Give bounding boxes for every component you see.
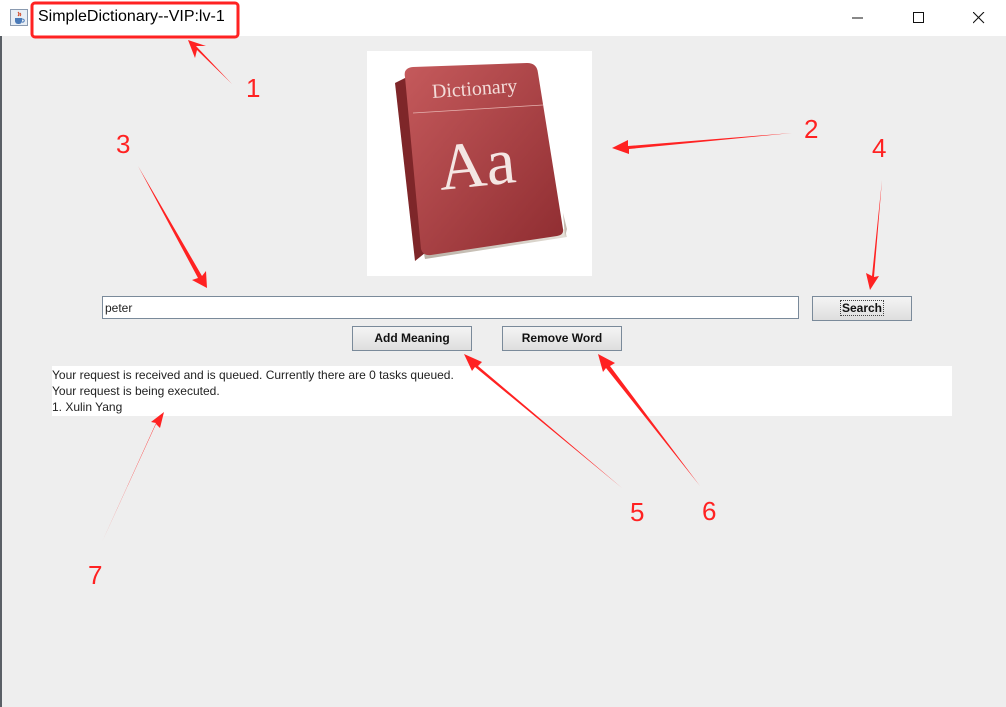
output-line: 1. Xulin Yang (52, 400, 123, 414)
annotation-arrow (188, 40, 232, 84)
close-icon (973, 12, 985, 24)
annotation-arrow (138, 166, 207, 288)
annotation-label: 5 (630, 497, 644, 527)
annotation-label: 6 (702, 496, 716, 526)
maximize-button[interactable] (896, 0, 942, 36)
word-input[interactable] (102, 296, 799, 319)
dictionary-book-icon: Dictionary Aa (395, 63, 567, 261)
annotation-label: 4 (872, 133, 886, 163)
annotation-arrow (102, 412, 164, 542)
annotation-label: 3 (116, 129, 130, 159)
output-area: Your request is received and is queued. … (52, 366, 952, 416)
maximize-icon (913, 12, 924, 23)
annotation-arrow (866, 180, 882, 290)
minimize-icon (852, 17, 863, 19)
logo-glyph: Aa (435, 124, 519, 205)
window-title: SimpleDictionary--VIP:lv-1 (38, 8, 225, 25)
minimize-button[interactable] (835, 0, 881, 36)
annotation-label: 2 (804, 114, 818, 144)
app-window: SimpleDictionary--VIP:lv-1 Dictionary Aa… (0, 0, 1006, 707)
output-line: Your request is received and is queued. … (52, 368, 454, 382)
window-edge (0, 36, 2, 707)
search-button[interactable]: Search (812, 296, 912, 321)
annotation-label: 7 (88, 560, 102, 590)
add-meaning-button[interactable]: Add Meaning (352, 326, 472, 351)
java-cup-icon (10, 9, 28, 26)
annotation-label: 1 (246, 73, 260, 103)
title-bar: SimpleDictionary--VIP:lv-1 (0, 0, 1006, 36)
close-button[interactable] (956, 0, 1002, 36)
output-line: Your request is being executed. (52, 384, 220, 398)
remove-word-button[interactable]: Remove Word (502, 326, 622, 351)
dictionary-logo: Dictionary Aa (367, 51, 592, 276)
search-button-label: Search (839, 300, 885, 316)
annotation-arrow (612, 133, 792, 154)
